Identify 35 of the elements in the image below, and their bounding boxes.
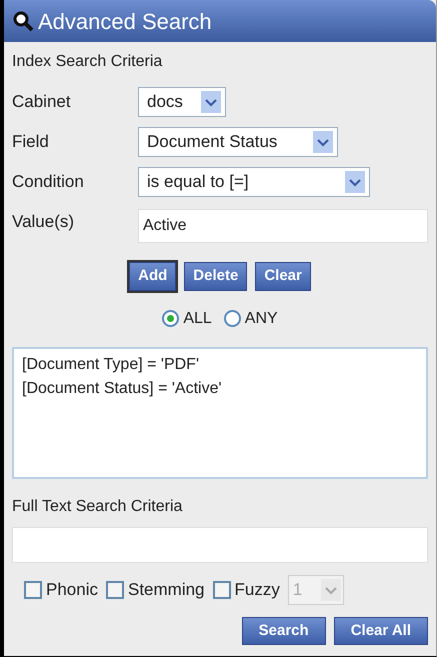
criteria-button[interactable]: Delete [184,262,248,290]
window-title: Advanced Search [38,8,212,36]
field-label: Field [12,131,50,154]
criteria-button[interactable]: Add [129,262,176,290]
input-field[interactable]: Active [138,209,428,243]
list-item[interactable]: [Document Type] = 'PDF' [22,352,418,376]
radio-button[interactable] [162,310,180,327]
criteria-button[interactable]: Clear [255,262,311,290]
search-icon [12,10,34,32]
field-label: Condition [12,171,85,194]
section-heading: Index Search Criteria [12,52,164,72]
caret-icon [313,131,333,153]
field-label: Cabinet [12,91,72,114]
radio-label: ANY [244,308,278,328]
caret-icon [201,91,221,113]
checkbox-label: Phonic [46,578,98,601]
dropdown[interactable]: docs [138,87,226,117]
checkbox-label: Stemming [128,578,205,601]
radio-button[interactable] [224,310,241,327]
criteria-list[interactable]: [Document Type] = 'PDF' [Document Status] = 'Active' [12,346,428,478]
input-field[interactable] [12,526,428,562]
dropdown[interactable]: is equal to [=] [138,167,370,197]
checkbox-label: Fuzzy [234,578,280,601]
action-button[interactable]: Clear All [334,616,428,645]
caret-icon [320,578,341,600]
field-label: Value(s) [12,211,76,234]
dropdown[interactable]: Document Status [138,127,338,157]
checkbox[interactable] [106,580,124,598]
radio-label: ALL [183,308,212,328]
checkbox[interactable] [24,580,42,598]
checkbox[interactable] [212,580,231,598]
action-button[interactable]: Search [242,616,326,645]
section-heading: Full Text Search Criteria [12,496,184,516]
caret-icon [345,171,365,193]
list-item[interactable]: [Document Status] = 'Active' [22,376,418,400]
